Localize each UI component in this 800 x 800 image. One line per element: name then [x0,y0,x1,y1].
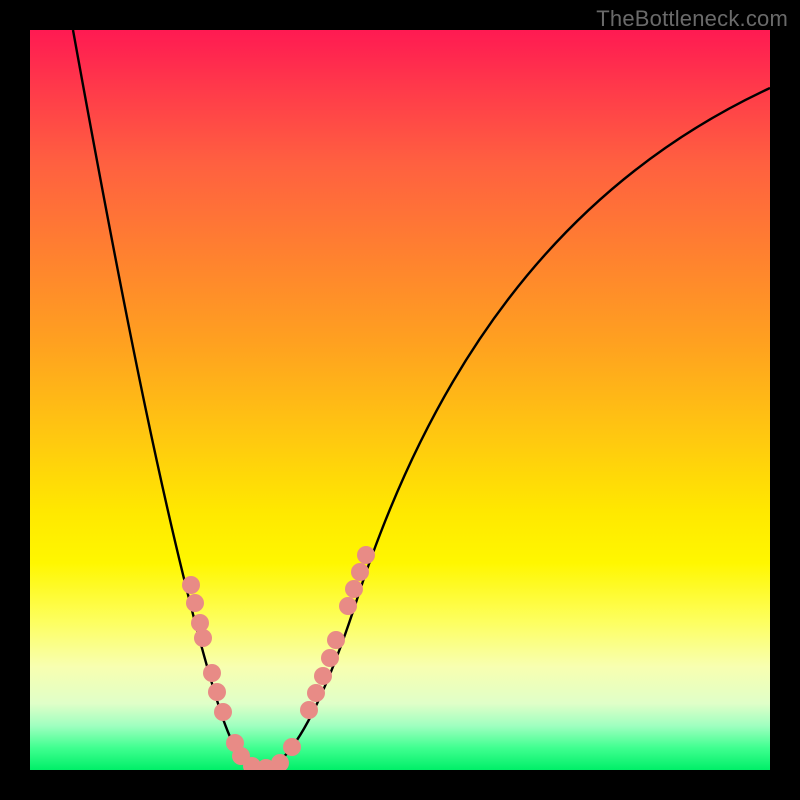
data-marker [186,594,204,612]
bottleneck-curve [73,30,770,770]
chart-frame: TheBottleneck.com [0,0,800,800]
data-marker [357,546,375,564]
data-marker [300,701,318,719]
data-marker [203,664,221,682]
data-marker [191,614,209,632]
data-marker [271,754,289,770]
data-marker [339,597,357,615]
marker-layer [182,546,375,770]
data-marker [314,667,332,685]
data-marker [327,631,345,649]
data-marker [214,703,232,721]
data-marker [351,563,369,581]
data-marker [345,580,363,598]
chart-plot-area [30,30,770,770]
chart-svg [30,30,770,770]
data-marker [283,738,301,756]
data-marker [182,576,200,594]
watermark-text: TheBottleneck.com [596,6,788,32]
data-marker [208,683,226,701]
data-marker [321,649,339,667]
data-marker [194,629,212,647]
data-marker [307,684,325,702]
